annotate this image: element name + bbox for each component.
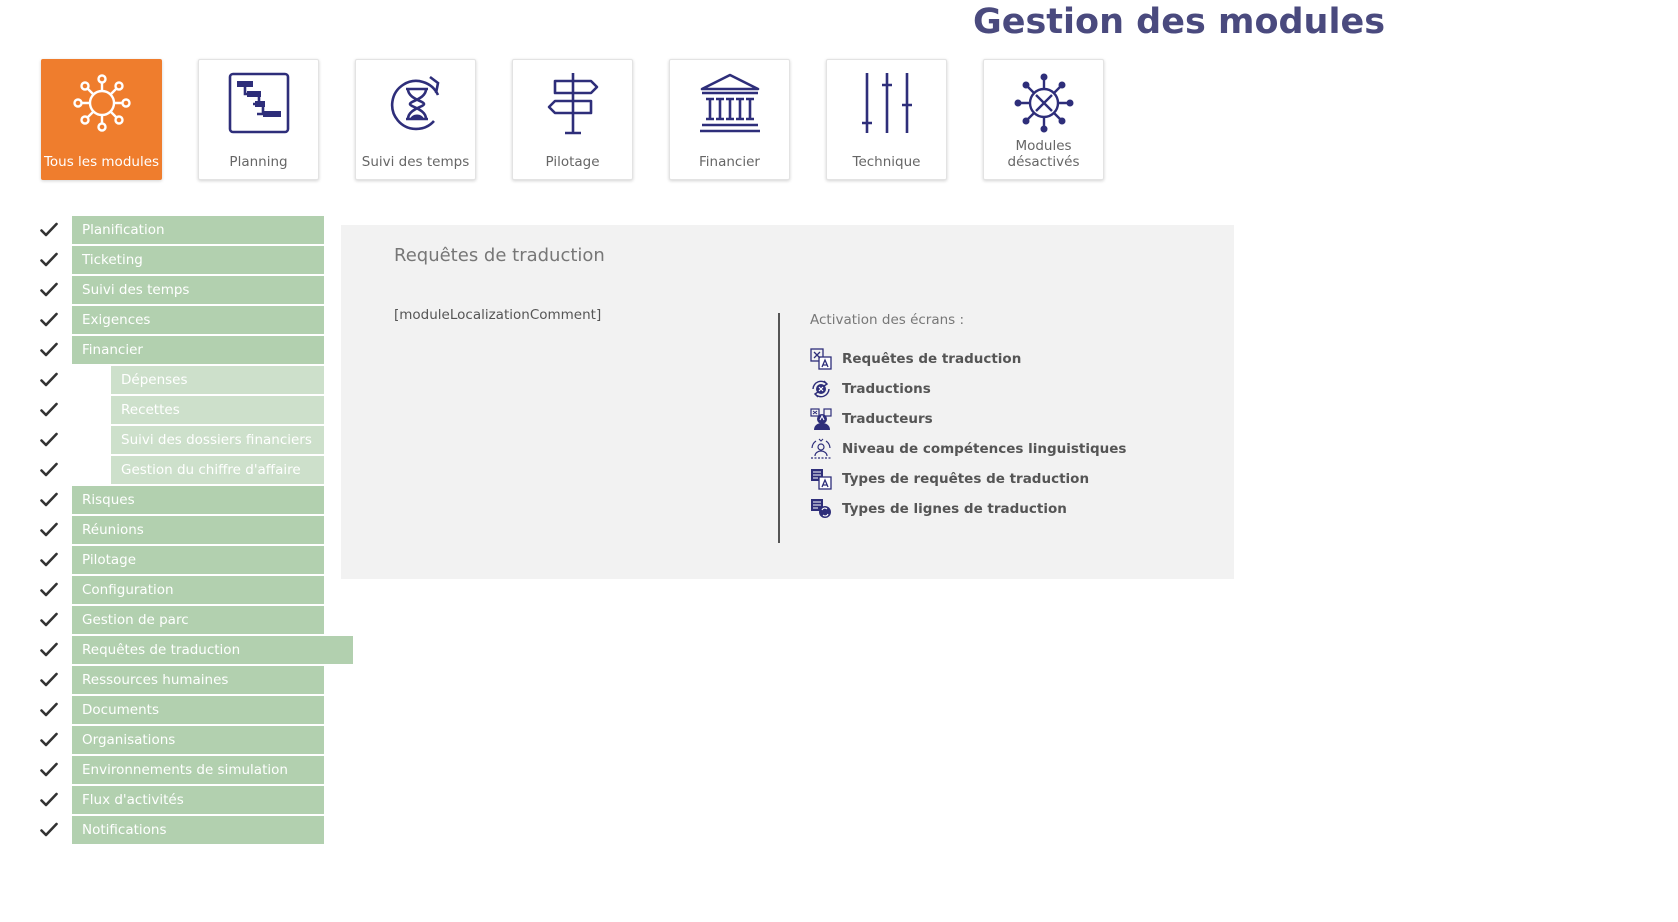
module-checkbox-checkmark-icon[interactable] [40,612,58,628]
tile-modules-desactives[interactable]: Modules désactivés [983,59,1104,180]
module-item[interactable]: Configuration [72,576,324,604]
module-detail-title: Requêtes de traduction [394,245,605,266]
module-subitem[interactable]: Dépenses [111,366,324,394]
tile-label-line2: désactivés [1007,154,1080,170]
panel-divider [778,313,780,543]
translate-line-type-icon [811,499,831,518]
hourglass-refresh-icon [390,75,439,131]
gantt-icon [228,72,289,134]
signpost-icon [547,73,598,135]
module-checkbox-checkmark-icon[interactable] [40,642,58,658]
module-detail-panel: Requêtes de traduction [moduleLocalizati… [341,225,1234,579]
language-skill-icon [811,438,831,459]
screens-activation-label: Activation des écrans : [810,312,965,328]
tile-pilotage[interactable]: Pilotage [512,59,633,180]
screen-item-types-de-requetes-de-traduction[interactable]: Types de requêtes de traduction [810,467,1089,491]
tile-label: Financier [699,154,760,170]
module-subitem[interactable]: Gestion du chiffre d'affaire [111,456,324,484]
module-item[interactable]: Requêtes de traduction [72,636,353,664]
module-checkbox-checkmark-icon[interactable] [40,342,58,358]
screen-item-label: Traducteurs [842,411,933,427]
module-checkbox-checkmark-icon[interactable] [40,672,58,688]
module-checkbox-checkmark-icon[interactable] [40,372,58,388]
tile-technique[interactable]: Technique [826,59,947,180]
module-detail-comment: [moduleLocalizationComment] [394,307,602,323]
module-item[interactable]: Exigences [72,306,324,334]
translation-icon [812,380,830,398]
module-item[interactable]: Documents [72,696,324,724]
tile-tous-les-modules[interactable]: Tous les modules [41,59,162,180]
tile-label: Pilotage [545,154,600,170]
screen-item-label: Niveau de compétences linguistiques [842,441,1127,457]
module-checkbox-checkmark-icon[interactable] [40,222,58,238]
module-item[interactable]: Gestion de parc [72,606,324,634]
tile-label: Modules désactivés [984,138,1103,170]
module-checkbox-checkmark-icon[interactable] [40,762,58,778]
module-checkbox-checkmark-icon[interactable] [40,282,58,298]
network-disabled-icon [1014,73,1073,133]
translator-icon [810,408,832,430]
module-checkbox-checkmark-icon[interactable] [40,702,58,718]
module-item[interactable]: Notifications [72,816,324,844]
screen-item-label: Types de requêtes de traduction [842,471,1090,487]
module-subitem[interactable]: Recettes [111,396,324,424]
screen-item-label: Requêtes de traduction [842,351,1022,367]
tile-financier[interactable]: Financier [669,59,790,180]
translate-request-type-icon [811,469,832,490]
screen-item-traductions[interactable]: Traductions [810,377,931,401]
tile-label: Technique [852,154,921,170]
module-item[interactable]: Organisations [72,726,324,754]
module-checkbox-checkmark-icon[interactable] [40,552,58,568]
translate-request-icon [810,348,832,370]
module-checkbox-checkmark-icon[interactable] [40,492,58,508]
screen-item-label: Traductions [842,381,931,397]
tile-planning[interactable]: Planning [198,59,319,180]
page-title: Gestion des modules [973,2,1386,42]
tile-label: Planning [229,154,288,170]
network-icon [72,74,131,132]
screen-item-requetes-de-traduction[interactable]: Requêtes de traduction [810,347,1021,371]
module-item[interactable]: Risques [72,486,324,514]
module-item[interactable]: Suivi des temps [72,276,324,304]
module-item[interactable]: Financier [72,336,324,364]
module-item[interactable]: Environnements de simulation [72,756,324,784]
module-checkbox-checkmark-icon[interactable] [40,312,58,328]
module-item[interactable]: Ressources humaines [72,666,324,694]
screen-item-label: Types de lignes de traduction [842,501,1067,517]
screen-item-niveau-de-competences-linguistiques[interactable]: Niveau de compétences linguistiques [810,437,1126,461]
sliders-icon [861,73,912,133]
screen-item-types-de-lignes-de-traduction[interactable]: Types de lignes de traduction [810,497,1067,521]
module-item[interactable]: Pilotage [72,546,324,574]
module-item[interactable]: Planification [72,216,324,244]
module-item[interactable]: Flux d'activités [72,786,324,814]
module-checkbox-checkmark-icon[interactable] [40,432,58,448]
module-checkbox-checkmark-icon[interactable] [40,732,58,748]
module-checkbox-checkmark-icon[interactable] [40,582,58,598]
tile-label: Suivi des temps [361,154,470,170]
module-checkbox-checkmark-icon[interactable] [40,402,58,418]
tile-suivi-des-temps[interactable]: Suivi des temps [355,59,476,180]
module-checkbox-checkmark-icon[interactable] [40,822,58,838]
module-item[interactable]: Ticketing [72,246,324,274]
bank-icon [699,73,760,133]
tile-label-line1: Modules [1015,138,1072,154]
module-checkbox-checkmark-icon[interactable] [40,252,58,268]
module-checkbox-checkmark-icon[interactable] [40,792,58,808]
tile-label: Tous les modules [43,154,160,170]
module-checkbox-checkmark-icon[interactable] [40,462,58,478]
screen-item-traducteurs[interactable]: Traducteurs [810,407,933,431]
module-subitem[interactable]: Suivi des dossiers financiers [111,426,324,454]
module-checkbox-checkmark-icon[interactable] [40,522,58,538]
module-item[interactable]: Réunions [72,516,324,544]
